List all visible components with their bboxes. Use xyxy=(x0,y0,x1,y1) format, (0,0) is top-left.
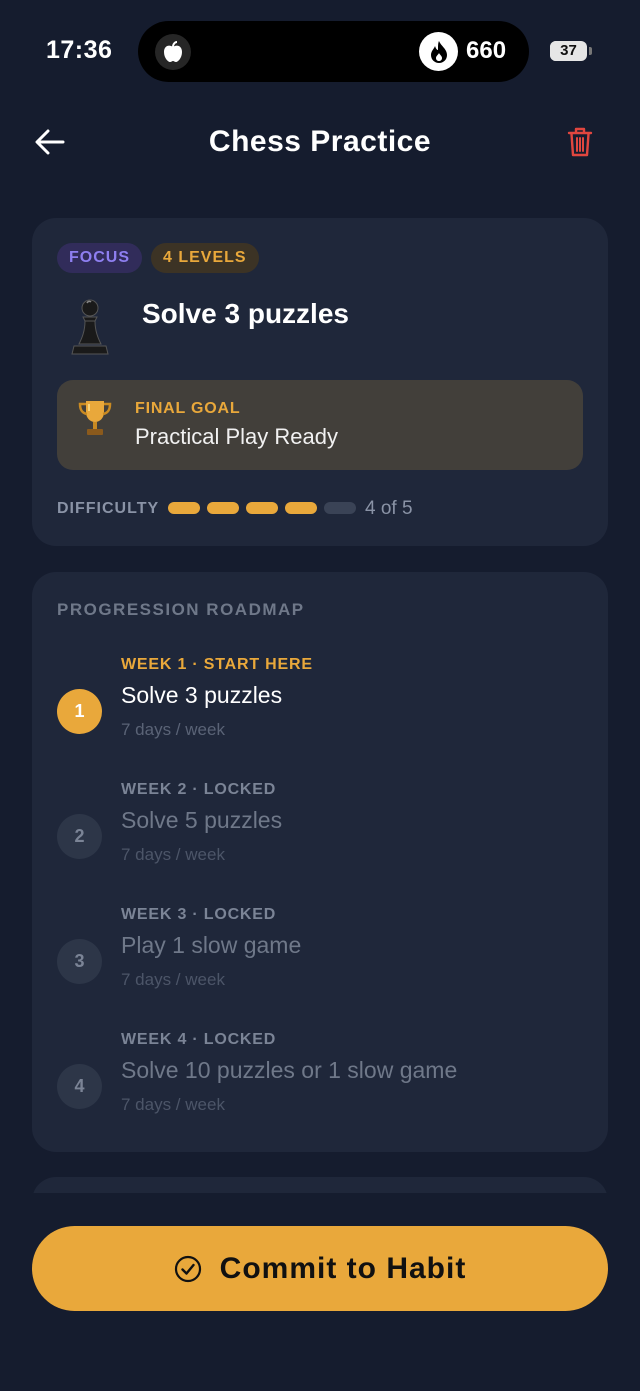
final-goal-value: Practical Play Ready xyxy=(135,424,338,449)
difficulty-value: 4 of 5 xyxy=(365,498,413,519)
roadmap-step[interactable]: 3 WEEK 3 · LOCKED Play 1 slow game 7 day… xyxy=(32,906,608,1016)
commit-to-habit-button[interactable]: Commit to Habit xyxy=(32,1226,608,1311)
step-week-label: WEEK 3 · LOCKED xyxy=(121,906,277,923)
difficulty-meter xyxy=(168,502,356,514)
habit-title: Solve 3 puzzles xyxy=(142,298,349,329)
arrow-left-icon xyxy=(35,129,65,155)
step-week-label: WEEK 1 · START HERE xyxy=(121,656,313,673)
step-number-badge: 2 xyxy=(57,814,102,859)
step-number-badge: 3 xyxy=(57,939,102,984)
step-frequency: 7 days / week xyxy=(121,1095,225,1114)
habit-summary-card: FOCUS 4 LEVELS Solve 3 puzzles FINAL GOA… xyxy=(32,218,608,546)
streak-count: 660 xyxy=(466,37,507,64)
final-goal-box: FINAL GOAL Practical Play Ready xyxy=(57,380,583,470)
step-number-badge: 4 xyxy=(57,1064,102,1109)
battery-tip xyxy=(589,47,592,55)
roadmap-step[interactable]: 4 WEEK 4 · LOCKED Solve 10 puzzles or 1 … xyxy=(32,1031,608,1141)
commit-button-label: Commit to Habit xyxy=(219,1251,467,1285)
page-title: Chess Practice xyxy=(208,125,432,158)
delete-button[interactable] xyxy=(560,122,600,162)
focus-tag: FOCUS xyxy=(57,243,142,273)
chess-pawn-icon xyxy=(71,299,109,355)
battery-icon: 37 xyxy=(550,41,587,61)
step-frequency: 7 days / week xyxy=(121,970,225,989)
difficulty-pip xyxy=(324,502,356,514)
app-logo-icon xyxy=(155,34,191,70)
status-time: 17:36 xyxy=(46,36,113,64)
difficulty-pip xyxy=(207,502,239,514)
back-button[interactable] xyxy=(30,122,70,162)
progression-roadmap-card: PROGRESSION ROADMAP 1 WEEK 1 · START HER… xyxy=(32,572,608,1152)
check-circle-icon xyxy=(174,1255,201,1282)
roadmap-step[interactable]: 1 WEEK 1 · START HERE Solve 3 puzzles 7 … xyxy=(32,656,608,766)
step-frequency: 7 days / week xyxy=(121,845,225,864)
step-title: Play 1 slow game xyxy=(121,932,302,958)
difficulty-pip xyxy=(285,502,317,514)
levels-tag: 4 LEVELS xyxy=(151,243,259,273)
flame-icon xyxy=(419,32,458,71)
step-title: Solve 3 puzzles xyxy=(121,682,283,708)
status-bar: 17:36 660 37 xyxy=(0,0,640,100)
step-frequency: 7 days / week xyxy=(121,720,225,739)
difficulty-pip xyxy=(246,502,278,514)
screen: 17:36 660 37 Chess Practice FOCUS 4 LEVE… xyxy=(0,0,640,1391)
step-week-label: WEEK 2 · LOCKED xyxy=(121,781,277,798)
trash-icon xyxy=(567,127,593,157)
roadmap-step[interactable]: 2 WEEK 2 · LOCKED Solve 5 puzzles 7 days… xyxy=(32,781,608,891)
step-number-badge: 1 xyxy=(57,689,102,734)
difficulty-pip xyxy=(168,502,200,514)
dynamic-island: 660 xyxy=(138,21,529,82)
step-title: Solve 10 puzzles or 1 slow game xyxy=(121,1057,458,1083)
roadmap-title: PROGRESSION ROADMAP xyxy=(57,600,305,619)
trophy-icon xyxy=(78,401,112,435)
step-title: Solve 5 puzzles xyxy=(121,807,283,833)
final-goal-label: FINAL GOAL xyxy=(135,400,241,417)
step-week-label: WEEK 4 · LOCKED xyxy=(121,1031,277,1048)
difficulty-label: DIFFICULTY xyxy=(57,500,160,517)
battery-level: 37 xyxy=(560,42,577,59)
